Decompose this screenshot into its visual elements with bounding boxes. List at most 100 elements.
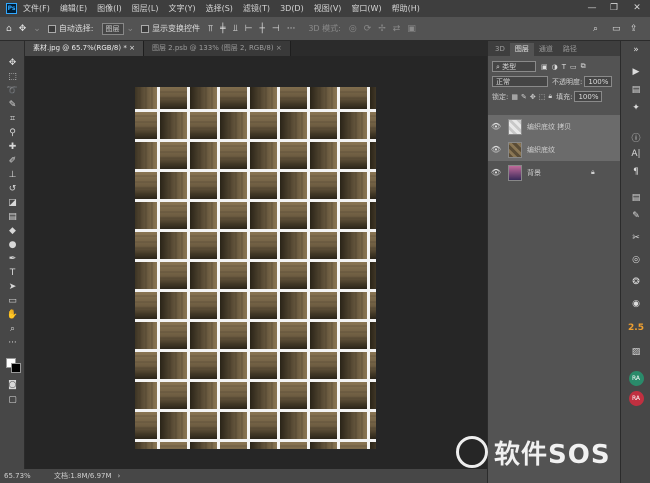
ra-red-icon[interactable]: RA <box>621 391 650 406</box>
3d-pan-icon[interactable]: ✢ <box>378 24 386 34</box>
align-top-icon[interactable]: ⫪ <box>208 24 213 34</box>
hatch-icon[interactable]: ▨ <box>621 347 650 357</box>
lasso-tool-icon[interactable]: ➰ <box>5 85 20 98</box>
character-panel-icon[interactable]: A| <box>621 149 650 159</box>
menu-help[interactable]: 帮助(H) <box>392 3 420 14</box>
move-tool-icon[interactable]: ✥ <box>19 24 27 34</box>
library-icon[interactable]: ▤ <box>621 193 650 203</box>
document-canvas[interactable] <box>135 87 376 449</box>
history-brush-tool-icon[interactable]: ↺ <box>5 183 20 196</box>
tab-document-2[interactable]: 图层 2.psb @ 133% (图层 2, RGB/8) × <box>143 41 291 56</box>
lock-transparent-icon[interactable]: ▦ <box>511 93 518 101</box>
menu-filter[interactable]: 滤镜(T) <box>243 3 270 14</box>
3d-slide-icon[interactable]: ⇄ <box>393 24 401 34</box>
layer-name[interactable]: 背景 <box>527 168 541 178</box>
filter-smart-icon[interactable]: ⧉ <box>581 62 586 71</box>
brush-tool-icon[interactable]: ✐ <box>5 155 20 168</box>
auto-select-toggle[interactable]: 自动选择: <box>47 23 94 34</box>
3d-orbit-icon[interactable]: ◎ <box>349 24 357 34</box>
healing-brush-tool-icon[interactable]: ✚ <box>5 141 20 154</box>
type-tool-icon[interactable]: T <box>5 267 20 280</box>
tab-3d[interactable]: 3D <box>490 43 510 56</box>
blend-mode-dropdown[interactable]: 正常 <box>492 76 548 87</box>
lock-image-icon[interactable]: ✎ <box>521 93 527 101</box>
layer-row[interactable]: 👁︎ 背景 🔒︎ <box>488 161 621 184</box>
info-panel-icon[interactable]: ⓘ <box>621 131 650 144</box>
align-left-icon[interactable]: ⊢ <box>245 24 253 34</box>
marquee-tool-icon[interactable]: ⬚ <box>5 71 20 84</box>
menu-layer[interactable]: 图层(L) <box>132 3 159 14</box>
paragraph-panel-icon[interactable]: ¶ <box>621 167 650 177</box>
tab-channels[interactable]: 通道 <box>534 43 558 56</box>
zoom-tool-icon[interactable]: ⌕ <box>5 323 20 336</box>
filter-adjust-icon[interactable]: ◑ <box>552 63 558 71</box>
brush-panel-icon[interactable]: ✦ <box>621 103 650 113</box>
auto-select-checkbox[interactable] <box>47 24 56 33</box>
chevron-right-icon[interactable]: › <box>118 472 121 480</box>
ra-icon[interactable]: RA <box>621 371 650 386</box>
tab-layers[interactable]: 图层 <box>509 43 534 56</box>
collapse-icon[interactable]: » <box>621 45 650 55</box>
eye-icon[interactable]: 👁︎ <box>488 145 504 154</box>
menu-3d[interactable]: 3D(D) <box>280 4 304 13</box>
menu-select[interactable]: 选择(S) <box>206 3 233 14</box>
more-tools-icon[interactable]: ··· <box>5 337 20 350</box>
align-bottom-icon[interactable]: ⫫ <box>233 24 238 34</box>
hand-tool-icon[interactable]: ✋ <box>5 309 20 322</box>
play-icon[interactable]: ▶ <box>621 67 650 77</box>
target-icon[interactable]: ◎ <box>621 255 650 265</box>
menu-view[interactable]: 视图(V) <box>314 3 342 14</box>
menu-edit[interactable]: 编辑(E) <box>60 3 87 14</box>
opacity-input[interactable]: 100% <box>584 76 613 87</box>
filter-pixel-icon[interactable]: ▣ <box>541 63 548 71</box>
minimize-button[interactable]: — <box>582 0 602 17</box>
quick-select-tool-icon[interactable]: ✎ <box>5 99 20 112</box>
3d-scale-icon[interactable]: ▣ <box>407 24 416 34</box>
gradient-tool-icon[interactable]: ▤ <box>5 211 20 224</box>
zoom-level[interactable]: 65.73% <box>4 472 40 480</box>
filter-type-icon[interactable]: T <box>562 63 566 71</box>
quick-mask-icon[interactable]: ◙ <box>5 379 20 392</box>
clone-stamp-tool-icon[interactable]: ⊥ <box>5 169 20 182</box>
tools-cross-icon[interactable]: ✂ <box>621 233 650 243</box>
share-icon[interactable]: ⇪ <box>630 24 638 34</box>
more-options-icon[interactable]: ··· <box>287 24 296 34</box>
eyedropper-tool-icon[interactable]: ⚲ <box>5 127 20 140</box>
canvas-area[interactable] <box>25 56 487 469</box>
pen-tool-icon[interactable]: ✒ <box>5 253 20 266</box>
background-color-swatch[interactable] <box>11 363 21 373</box>
align-hcenter-icon[interactable]: ┼ <box>259 24 264 34</box>
dodge-tool-icon[interactable]: ● <box>5 239 20 252</box>
shape-tool-icon[interactable]: ▭ <box>5 295 20 308</box>
layer-row[interactable]: 👁︎ 编织底纹 <box>488 138 621 161</box>
menu-file[interactable]: 文件(F) <box>23 3 50 14</box>
layer-row[interactable]: 👁︎ 编织底纹 拷贝 <box>488 115 621 138</box>
search-icon[interactable]: ⌕ <box>593 24 598 34</box>
workspace-icon[interactable]: ▭ <box>612 24 621 34</box>
show-transform-checkbox[interactable] <box>141 24 150 33</box>
move-tool-icon[interactable]: ✥ <box>5 57 20 70</box>
close-window-button[interactable]: ✕ <box>627 0 647 17</box>
menu-type[interactable]: 文字(Y) <box>168 3 195 14</box>
align-right-icon[interactable]: ⊣ <box>272 24 280 34</box>
auto-select-dropdown[interactable]: 图层 <box>101 22 124 35</box>
lock-position-icon[interactable]: ✥ <box>530 93 536 101</box>
menu-image[interactable]: 图像(I) <box>97 3 122 14</box>
photoshop-logo[interactable]: Ps <box>6 3 17 14</box>
home-icon[interactable]: ⌂ <box>6 24 12 34</box>
menu-window[interactable]: 窗口(W) <box>351 3 381 14</box>
chevron-down-icon[interactable]: ⌄ <box>33 24 41 34</box>
eye-icon[interactable]: 👁︎ <box>488 168 504 177</box>
tab-document-1[interactable]: 素材.jpg @ 65.7%(RGB/8) * × <box>25 41 144 56</box>
close-tab-icon[interactable]: × <box>129 44 135 52</box>
close-tab-icon[interactable]: × <box>276 44 282 52</box>
align-vcenter-icon[interactable]: ╪ <box>220 24 225 34</box>
version-badge[interactable]: 2.5 <box>621 323 650 333</box>
screen-mode-icon[interactable]: ▢ <box>5 394 20 407</box>
show-transform-toggle[interactable]: 显示变换控件 <box>141 23 200 34</box>
lock-artboard-icon[interactable]: ⬚ <box>539 93 546 101</box>
crop-tool-icon[interactable]: ⌗ <box>5 113 20 126</box>
lock-all-icon[interactable]: 🔒︎ <box>548 92 552 101</box>
maximize-button[interactable]: ❐ <box>604 0 624 17</box>
swirl-icon[interactable]: ❂ <box>621 277 650 287</box>
